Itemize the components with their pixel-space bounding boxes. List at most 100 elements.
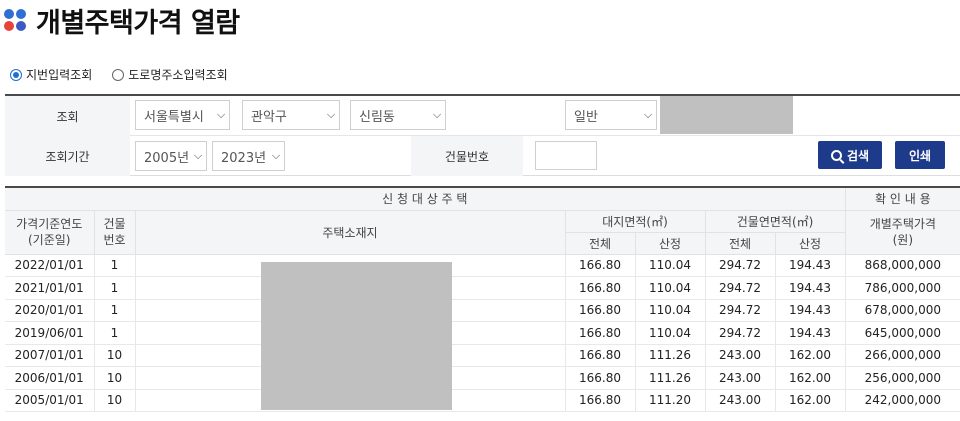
print-button[interactable]: 인쇄 — [895, 141, 945, 169]
table-header-row: 가격기준연도 (기준일) 건물 번호 주택소재지 대지면적(㎡) 건물연면적(㎡… — [5, 209, 960, 255]
page-header: 개별주택가격 열람 — [4, 1, 240, 39]
table-row: 2021/01/01 1 166.80 110.04 294.72 194.43 786,0… — [5, 276, 960, 300]
cell-building-no: 1 — [93, 253, 136, 277]
cell-base-date: 2006/01/01 — [5, 366, 95, 390]
dong-select-value: 신림동 — [359, 109, 395, 125]
cell-base-date: 2007/01/01 — [5, 343, 95, 367]
radio-label: 지번입력조회 — [26, 68, 93, 82]
redacted-address — [261, 262, 452, 410]
building-no-input[interactable] — [535, 141, 597, 170]
table-body: 2022/01/01 1 166.80 110.04 294.72 194.43 868,0… — [5, 253, 960, 412]
table-row: 2019/06/01 1 166.80 110.04 294.72 194.43 645,0… — [5, 321, 960, 345]
sub-land-total: 전체 — [565, 231, 636, 255]
cell-floor-total: 294.72 — [704, 276, 776, 300]
table-row: 2007/01/01 10 166.80 111.26 243.00 162.00 266,… — [5, 343, 960, 367]
search-icon — [830, 149, 842, 161]
row-label: 조회 — [5, 96, 130, 136]
col-address: 주택소재지 — [134, 209, 566, 255]
cell-base-date: 2005/01/01 — [5, 388, 95, 412]
cell-base-date: 2019/06/01 — [5, 321, 95, 345]
radio-label: 도로명주소입력조회 — [128, 68, 228, 82]
cell-base-date: 2021/01/01 — [5, 276, 95, 300]
row-label: 조회기간 — [5, 136, 130, 176]
group-header-confirm: 확 인 내 용 — [844, 186, 960, 211]
district-select[interactable]: 관악구 ⌵ — [242, 100, 340, 130]
city-select[interactable]: 서울특별시 ⌵ — [135, 100, 230, 130]
col-building-no: 건물 번호 — [93, 209, 136, 255]
land-type-select-value: 일반 — [574, 109, 598, 125]
cell-floor-calc: 162.00 — [774, 366, 846, 390]
cell-floor-total: 243.00 — [704, 388, 776, 412]
table-row: 2022/01/01 1 166.80 110.04 294.72 194.43 868,0… — [5, 253, 960, 277]
year-from-select[interactable]: 2005년 ⌵ — [135, 141, 207, 171]
table-row: 2006/01/01 10 166.80 111.26 243.00 162.00 256,… — [5, 366, 960, 390]
chevron-down-icon: ⌵ — [193, 149, 203, 162]
table-row: 2020/01/01 1 166.80 110.04 294.72 194.43 678,0… — [5, 298, 960, 322]
col-price: 개별주택가격 (원) — [844, 209, 960, 255]
cell-land-total: 166.80 — [564, 366, 636, 390]
sub-floor-calc: 산정 — [774, 231, 846, 255]
cell-price: 242,000,000 — [844, 388, 960, 412]
cell-price: 256,000,000 — [844, 366, 960, 390]
radio-circle — [112, 68, 125, 81]
cell-floor-total: 294.72 — [704, 253, 776, 277]
search-type-radio-group: 지번입력조회 도로명주소입력조회 — [10, 66, 248, 83]
four-dots-icon — [4, 8, 28, 32]
year-to-select[interactable]: 2023년 ⌵ — [212, 141, 285, 171]
print-button-label: 인쇄 — [908, 148, 932, 163]
cell-floor-calc: 194.43 — [774, 253, 846, 277]
district-select-value: 관악구 — [251, 109, 287, 125]
cell-land-calc: 110.04 — [634, 321, 706, 345]
dong-select[interactable]: 신림동 ⌵ — [350, 100, 446, 130]
year-from-value: 2005년 — [144, 150, 190, 166]
price-table: 신 청 대 상 주 택 확 인 내 용 가격기준연도 (기준일) 건물 번호 주… — [5, 186, 960, 412]
cell-land-calc: 110.04 — [634, 253, 706, 277]
land-type-select[interactable]: 일반 ⌵ — [565, 100, 657, 130]
cell-land-calc: 110.04 — [634, 298, 706, 322]
cell-land-calc: 111.20 — [634, 388, 706, 412]
search-button[interactable]: 검색 — [818, 141, 882, 169]
cell-floor-calc: 162.00 — [774, 388, 846, 412]
cell-price: 678,000,000 — [844, 298, 960, 322]
cell-land-calc: 110.04 — [634, 276, 706, 300]
cell-floor-total: 294.72 — [704, 298, 776, 322]
radio-jibun-search[interactable]: 지번입력조회 — [10, 66, 92, 83]
group-header-target: 신 청 대 상 주 택 — [5, 186, 846, 211]
cell-price: 868,000,000 — [844, 253, 960, 277]
chevron-down-icon: ⌵ — [271, 149, 281, 162]
price-table-wrap: 신 청 대 상 주 택 확 인 내 용 가격기준연도 (기준일) 건물 번호 주… — [5, 186, 960, 412]
cell-floor-calc: 162.00 — [774, 343, 846, 367]
cell-base-date: 2022/01/01 — [5, 253, 95, 277]
cell-price: 786,000,000 — [844, 276, 960, 300]
cell-land-calc: 111.26 — [634, 343, 706, 367]
cell-floor-calc: 194.43 — [774, 276, 846, 300]
cell-building-no: 1 — [93, 321, 136, 345]
cell-floor-total: 243.00 — [704, 366, 776, 390]
radio-circle — [10, 68, 22, 81]
cell-floor-calc: 194.43 — [774, 298, 846, 322]
cell-land-total: 166.80 — [564, 253, 636, 277]
cell-building-no: 1 — [93, 298, 136, 322]
radio-road-address-search[interactable]: 도로명주소입력조회 — [112, 66, 228, 83]
page-title: 개별주택가격 열람 — [36, 7, 240, 39]
building-no-label: 건물번호 — [411, 136, 523, 176]
col-floor-area: 건물연면적(㎡) — [704, 209, 846, 233]
cell-floor-total: 294.72 — [704, 321, 776, 345]
table-group-header-row: 신 청 대 상 주 택 확 인 내 용 — [5, 186, 960, 211]
cell-land-total: 166.80 — [564, 321, 636, 345]
cell-price: 266,000,000 — [844, 343, 960, 367]
cell-building-no: 1 — [93, 276, 136, 300]
cell-land-calc: 111.26 — [634, 366, 706, 390]
cell-land-total: 166.80 — [564, 343, 636, 367]
redacted-field — [660, 96, 793, 134]
col-base-date: 가격기준연도 (기준일) — [5, 209, 95, 255]
chevron-down-icon: ⌵ — [326, 108, 336, 121]
cell-building-no: 10 — [93, 388, 136, 412]
cell-floor-calc: 194.43 — [774, 321, 846, 345]
cell-land-total: 166.80 — [564, 388, 636, 412]
cell-land-total: 166.80 — [564, 276, 636, 300]
search-form: 조회 서울특별시 ⌵ 관악구 ⌵ 신림동 ⌵ 일반 ⌵ 조회기간 2005년 ⌵… — [5, 94, 960, 176]
sub-floor-total: 전체 — [704, 231, 776, 255]
search-row-location: 조회 서울특별시 ⌵ 관악구 ⌵ 신림동 ⌵ 일반 ⌵ — [5, 96, 960, 136]
search-row-period: 조회기간 2005년 ⌵ 2023년 ⌵ 건물번호 검색 인쇄 — [5, 136, 960, 176]
